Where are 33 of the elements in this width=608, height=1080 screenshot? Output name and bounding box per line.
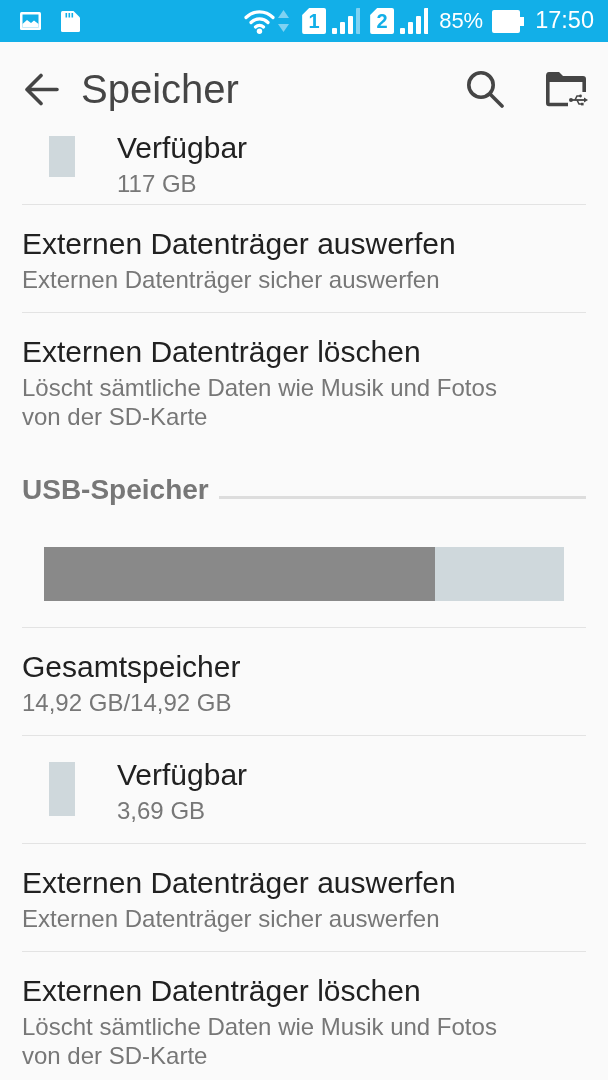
setting-summary: Externen Datenträger sicher auswerfen [22,904,441,933]
search-icon [466,70,504,108]
storage-legend-label: Verfügbar [117,130,248,166]
sim-card-label: 1 [302,8,327,34]
back-button[interactable] [24,72,59,106]
usb-storage-button[interactable] [544,70,588,108]
setting-title[interactable]: Externen Datenträger löschen [22,334,534,370]
setting-title[interactable]: Externen Datenträger auswerfen [22,226,456,262]
signal-icon [400,8,429,34]
search-button[interactable] [466,70,504,108]
data-arrows-icon [278,10,290,32]
storage-size-value: 3,69 GB [117,796,207,825]
setting-title[interactable]: Externen Datenträger auswerfen [22,865,456,901]
storage-size-value: 117 GB [117,169,198,198]
sd-card-icon [61,10,80,32]
wifi-icon [244,8,276,34]
page-title: Speicher [81,66,239,112]
setting-summary: Externen Datenträger sicher auswerfen [22,265,441,294]
image-icon [20,12,41,30]
clock-time: 17:50 [535,9,594,33]
setting-title: Gesamtspeicher [22,649,241,685]
signal-icon [332,8,361,34]
setting-title[interactable]: Externen Datenträger löschen [22,973,534,1009]
battery-percent: 85% [439,10,484,32]
folder-usb-icon [544,70,588,108]
section-header: USB-Speicher [22,473,209,507]
storage-legend-label: Verfügbar [117,757,248,793]
setting-summary: Löscht sämtliche Daten wie Musik und Fotos von der SD-Karte [22,1012,498,1070]
back-arrow-icon [24,72,59,106]
sim-card-label: 2 [370,8,395,34]
setting-summary: Löscht sämtliche Daten wie Musik und Fotos von der SD-Karte [22,373,498,431]
setting-summary: 14,92 GB/14,92 GB [22,688,233,717]
battery-icon [492,9,525,33]
